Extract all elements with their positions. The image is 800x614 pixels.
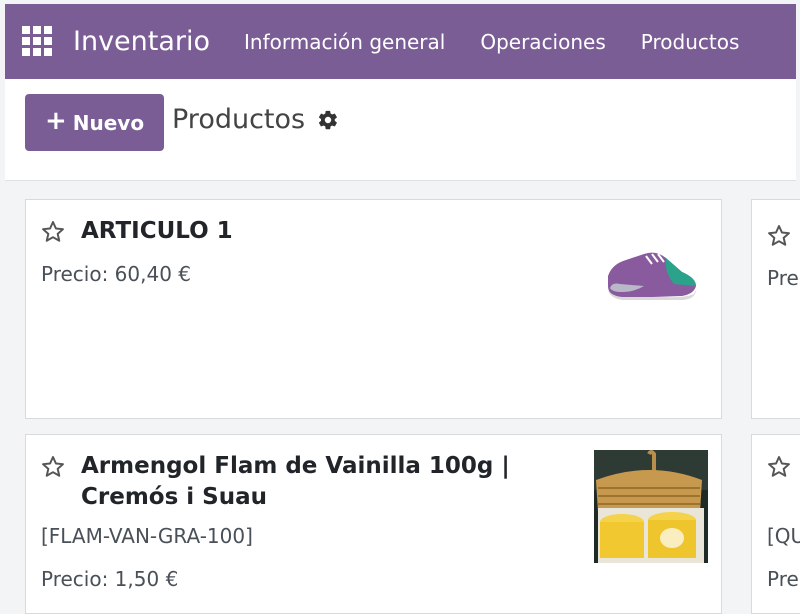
plus-icon: + [44,106,67,136]
control-panel: + Nuevo Productos [5,79,796,181]
product-name: Armengol Flam de Vainilla 100g | Cremós … [81,451,510,513]
product-price: Precio: 1,50 € [41,567,179,591]
product-price: Precio: 60,40 € [41,262,192,286]
breadcrumb: Productos [172,104,339,135]
sneaker-icon [608,252,696,300]
star-icon[interactable] [766,454,792,480]
app-title[interactable]: Inventario [73,26,210,57]
product-code: [QU [767,524,800,548]
new-button[interactable]: + Nuevo [25,94,164,151]
menu-item-productos[interactable]: Productos [641,30,740,54]
product-card[interactable]: [QU Pre [751,434,800,614]
product-price: Pre [767,567,799,591]
product-name-line2: Cremós i Suau [81,484,268,510]
product-card[interactable]: Armengol Flam de Vainilla 100g | Cremós … [25,434,722,614]
product-price: Pre [767,266,799,290]
menu-item-informacion-general[interactable]: Información general [244,30,445,54]
star-icon[interactable] [40,454,66,480]
gear-icon[interactable] [317,109,339,131]
star-icon[interactable] [766,223,792,249]
flan-basket-photo [594,450,708,563]
product-name-line1: Armengol Flam de Vainilla 100g | [81,453,510,479]
page-title: Productos [172,104,306,135]
new-button-label: Nuevo [72,110,145,135]
apps-menu-icon[interactable] [22,25,54,58]
star-icon[interactable] [40,219,66,245]
product-card[interactable]: ARTICULO 1 Precio: 60,40 € [25,199,722,419]
product-name: ARTICULO 1 [81,218,233,244]
top-navbar: Inventario Información general Operacion… [5,4,796,79]
product-card[interactable]: Pre [751,199,800,419]
product-code: [FLAM-VAN-GRA-100] [41,524,253,548]
menu-item-operaciones[interactable]: Operaciones [480,30,605,54]
